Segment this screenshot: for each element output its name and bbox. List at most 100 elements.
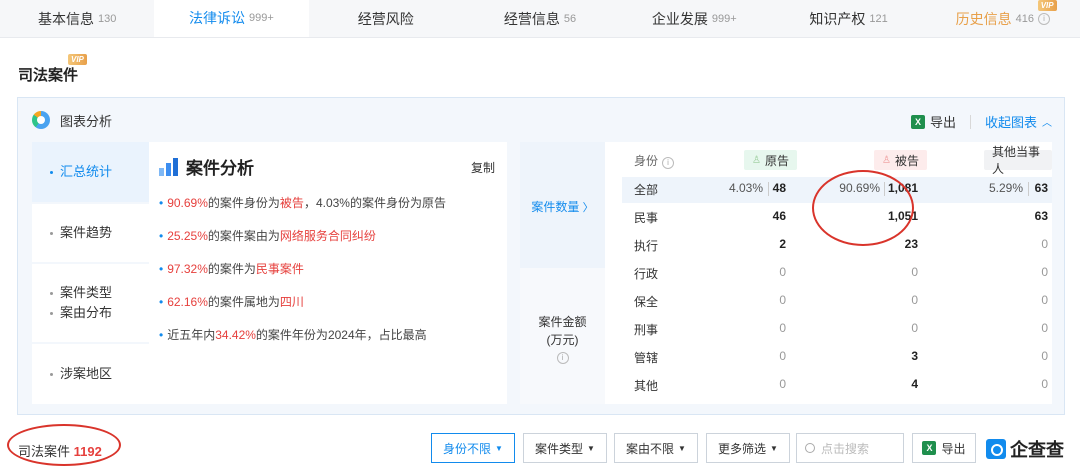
side-nav-label: 汇总统计 xyxy=(60,164,113,179)
person-icon: ♙ xyxy=(882,154,891,166)
stats-row-name: 保全 xyxy=(634,295,659,309)
chart-panel: 图表分析 X 导出 收起图表 ︿ 汇总统计 案件趋势 案件类型 案由分布 涉案地… xyxy=(17,97,1065,415)
divider xyxy=(969,114,971,129)
stats-value: 0 xyxy=(1041,237,1048,251)
side-nav-label: 案件趋势 xyxy=(60,225,113,240)
bullet-icon xyxy=(50,170,53,174)
stats-value: 0 xyxy=(779,377,786,391)
stats-row-name: 刑事 xyxy=(634,323,659,337)
stats-row-name: 执行 xyxy=(634,239,659,253)
stats-value: 0 xyxy=(1041,265,1048,279)
cause-filter[interactable]: 案由不限 ▼ xyxy=(614,433,698,463)
export-list-button[interactable]: X 导出 xyxy=(912,433,976,463)
chart-side-nav: 汇总统计 案件趋势 案件类型 案由分布 涉案地区 xyxy=(32,142,154,404)
side-nav-type[interactable]: 案件类型 案由分布 xyxy=(32,264,154,342)
stats-row-name: 民事 xyxy=(634,211,659,225)
tab-label: 经营信息 xyxy=(503,10,560,27)
panel-header: 图表分析 xyxy=(18,98,1064,142)
case-amount-unit: (万元) xyxy=(546,333,579,347)
stats-value: 0 xyxy=(1041,321,1048,335)
stats-value[interactable]: 23 xyxy=(905,237,918,251)
identity-filter[interactable]: 身份不限 ▼ xyxy=(431,433,515,463)
bullet-icon xyxy=(50,372,53,376)
stats-row-name: 行政 xyxy=(634,267,659,281)
tab-count: 130 xyxy=(97,12,117,25)
stats-value[interactable]: 4 xyxy=(911,377,918,391)
search-placeholder: 点击搜索 xyxy=(821,441,870,456)
export-button[interactable]: 导出 xyxy=(930,112,956,131)
stats-value: 0 xyxy=(1041,377,1048,391)
analysis-line: • 近五年内34.42%的案件年份为2024年，占比最高 xyxy=(159,328,427,342)
stats-value[interactable]: 2 xyxy=(779,237,786,251)
stats-row-name: 全部 xyxy=(634,183,659,197)
identity-header: 身份 i xyxy=(634,152,675,169)
divider xyxy=(1028,182,1029,196)
panel-actions: X 导出 收起图表 ︿ xyxy=(910,112,1052,131)
stats-row-labels: 案件数量 〉 案件金额 (万元) i xyxy=(520,142,605,404)
panel-title: 图表分析 xyxy=(60,113,113,129)
stats-value: 0 xyxy=(1041,349,1048,363)
tab-ip[interactable]: 知识产权 121 xyxy=(771,0,925,37)
brand-mark-icon xyxy=(986,439,1006,459)
other-party-header: 其他当事人 xyxy=(984,145,1052,176)
tab-count: 56 xyxy=(563,12,577,25)
tab-development[interactable]: 企业发展 999+ xyxy=(617,0,771,37)
more-filters[interactable]: 更多筛选 ▼ xyxy=(706,433,790,463)
chart-analysis-icon xyxy=(32,111,50,129)
tab-label: 基本信息 xyxy=(37,10,94,27)
stats-row-name: 其他 xyxy=(634,379,659,393)
tab-label: 经营风险 xyxy=(357,10,414,27)
brand-logo: 企查查 xyxy=(986,436,1064,462)
stats-value: 0 xyxy=(779,349,786,363)
stats-value[interactable]: 46 xyxy=(773,209,786,223)
case-analysis-card: 案件分析 复制 • 90.69%的案件身份为被告，4.03%的案件身份为原告 • 2… xyxy=(149,142,507,404)
side-nav-trend[interactable]: 案件趋势 xyxy=(32,204,154,262)
copy-button[interactable]: 复制 xyxy=(471,159,495,176)
stats-value: 0 xyxy=(779,265,786,279)
info-icon: i xyxy=(1038,12,1050,25)
stats-value[interactable]: 63 xyxy=(1035,181,1048,195)
collapse-chart-button[interactable]: 收起图表 xyxy=(985,112,1037,131)
side-nav-summary[interactable]: 汇总统计 xyxy=(32,142,154,202)
bullet-icon xyxy=(50,231,53,235)
person-icon: ♙ xyxy=(752,154,761,166)
side-nav-region[interactable]: 涉案地区 xyxy=(32,344,154,404)
brand-name: 企查查 xyxy=(1010,440,1064,460)
bullet-icon xyxy=(50,292,53,296)
defendant-header: ♙ 被告 xyxy=(874,150,927,170)
search-input[interactable]: 点击搜索 xyxy=(796,433,904,463)
stats-value: 0 xyxy=(911,293,918,307)
tab-business-risk[interactable]: 经营风险 xyxy=(309,0,463,37)
caret-down-icon: ▼ xyxy=(587,443,595,453)
tab-count: 416 xyxy=(1015,12,1034,25)
case-count-link[interactable]: 案件数量 〉 xyxy=(520,198,605,215)
stats-value[interactable]: 48 xyxy=(773,181,786,195)
excel-icon: X xyxy=(922,441,937,455)
tab-legal[interactable]: 法律诉讼 999+ xyxy=(154,0,309,37)
caret-down-icon: ▼ xyxy=(678,443,686,453)
stats-value[interactable]: 3 xyxy=(911,349,918,363)
bullet-icon xyxy=(50,312,53,316)
section-title-text: 司法案件 xyxy=(18,67,79,84)
stats-percent: 4.03% xyxy=(728,181,763,195)
side-nav-label-group: 案件类型 案由分布 xyxy=(50,283,112,323)
side-nav-label: 案件类型 xyxy=(60,285,113,300)
tab-history[interactable]: 历史信息 416 i VIP xyxy=(926,0,1080,37)
chevron-up-icon[interactable]: ︿ xyxy=(1042,114,1052,129)
case-amount-label: 案件金额 xyxy=(538,315,587,329)
search-icon xyxy=(805,443,815,453)
tab-business-info[interactable]: 经营信息 56 xyxy=(463,0,617,37)
annotation-circle xyxy=(812,170,914,246)
tab-label: 企业发展 xyxy=(651,10,708,27)
stats-value[interactable]: 63 xyxy=(1035,209,1048,223)
tab-count: 999+ xyxy=(711,12,737,25)
stats-row-name: 管辖 xyxy=(634,351,659,365)
stats-percent: 5.29% xyxy=(988,181,1023,195)
bar-chart-icon xyxy=(159,157,179,176)
tab-basic-info[interactable]: 基本信息 130 xyxy=(0,0,154,37)
stats-value: 0 xyxy=(911,265,918,279)
case-type-filter[interactable]: 案件类型 ▼ xyxy=(523,433,607,463)
divider xyxy=(768,182,769,196)
analysis-line: • 62.16%的案件属地为四川 xyxy=(159,295,304,309)
stats-value: 0 xyxy=(1041,293,1048,307)
